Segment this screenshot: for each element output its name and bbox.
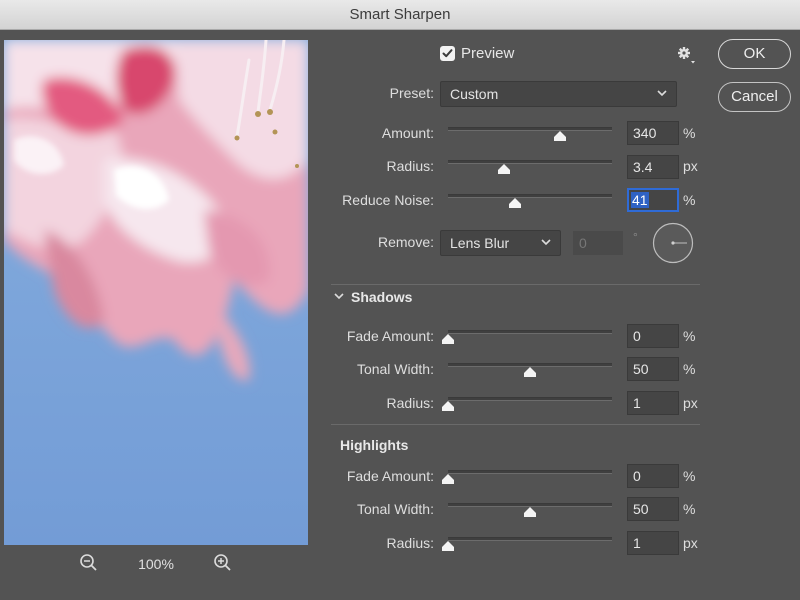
shadows-title[interactable]: Shadows	[351, 289, 412, 305]
ok-button[interactable]: OK	[718, 39, 791, 69]
zoom-in-icon[interactable]	[212, 552, 234, 574]
radius-label: Radius:	[386, 158, 434, 174]
shadows-tonal-width-slider[interactable]	[448, 363, 612, 377]
preset-select[interactable]: Custom	[440, 81, 677, 107]
slider-track	[448, 160, 612, 164]
highlights-fade-amount-label: Fade Amount:	[346, 468, 434, 484]
amount-input[interactable]: 340	[627, 121, 679, 145]
chevron-down-icon	[657, 90, 667, 97]
preset-value: Custom	[450, 86, 499, 102]
preview-checkbox[interactable]	[440, 46, 455, 61]
slider-thumb[interactable]	[554, 131, 566, 141]
highlights-tonal-width-label: Tonal Width:	[356, 501, 434, 517]
shadows-tonal-width-unit: %	[683, 361, 696, 377]
shadows-fade-amount-unit: %	[683, 328, 696, 344]
angle-input: 0	[573, 231, 623, 255]
slider-track	[448, 537, 612, 541]
shadows-radius-label: Radius:	[386, 395, 434, 411]
highlights-fade-amount-slider[interactable]	[442, 470, 612, 484]
slider-thumb[interactable]	[442, 334, 454, 344]
zoom-level: 100%	[138, 556, 174, 572]
slider-thumb[interactable]	[524, 507, 536, 517]
slider-thumb[interactable]	[442, 474, 454, 484]
highlights-radius-input[interactable]: 1	[627, 531, 679, 555]
amount-slider[interactable]	[448, 127, 612, 141]
remove-label: Remove:	[377, 234, 434, 250]
slider-thumb[interactable]	[442, 541, 454, 551]
preview-image-flower	[4, 40, 308, 545]
shadows-tonal-width-label: Tonal Width:	[356, 361, 434, 377]
highlights-tonal-width-input[interactable]: 50	[627, 497, 679, 521]
highlights-radius-unit: px	[683, 535, 698, 551]
amount-unit: %	[683, 125, 696, 141]
highlights-fade-amount-unit: %	[683, 468, 696, 484]
highlights-tonal-width-slider[interactable]	[448, 503, 612, 517]
reduce-noise-input[interactable]: 41	[627, 188, 679, 212]
slider-thumb[interactable]	[442, 401, 454, 411]
slider-track	[448, 330, 612, 334]
section-divider	[331, 284, 700, 285]
amount-label: Amount:	[381, 125, 434, 141]
shadows-fade-amount-input[interactable]: 0	[627, 324, 679, 348]
chevron-down-icon[interactable]	[333, 289, 345, 301]
window-title: Smart Sharpen	[0, 0, 800, 30]
slider-thumb[interactable]	[524, 367, 536, 377]
shadows-radius-slider[interactable]	[442, 397, 612, 411]
reduce-noise-value: 41	[631, 192, 649, 208]
checkmark-icon	[442, 49, 453, 58]
radius-slider[interactable]	[448, 160, 612, 174]
remove-select[interactable]: Lens Blur	[440, 230, 561, 256]
slider-track	[448, 194, 612, 198]
remove-value: Lens Blur	[450, 235, 510, 251]
slider-track	[448, 127, 612, 131]
reduce-noise-label: Reduce Noise:	[342, 192, 434, 208]
zoom-out-icon[interactable]	[78, 552, 100, 574]
preview-label[interactable]: Preview	[461, 45, 514, 62]
slider-thumb[interactable]	[498, 164, 510, 174]
reduce-noise-slider[interactable]	[448, 194, 612, 208]
angle-unit: °	[633, 230, 638, 244]
gear-icon[interactable]	[676, 44, 698, 66]
cancel-button[interactable]: Cancel	[718, 82, 791, 112]
chevron-down-icon	[541, 239, 551, 246]
shadows-radius-input[interactable]: 1	[627, 391, 679, 415]
highlights-tonal-width-unit: %	[683, 501, 696, 517]
slider-track	[448, 397, 612, 401]
highlights-title[interactable]: Highlights	[340, 437, 408, 453]
shadows-radius-unit: px	[683, 395, 698, 411]
shadows-tonal-width-input[interactable]: 50	[627, 357, 679, 381]
slider-thumb[interactable]	[509, 198, 521, 208]
preset-label: Preset:	[389, 85, 434, 101]
shadows-fade-amount-label: Fade Amount:	[346, 328, 434, 344]
angle-dial-icon	[652, 222, 694, 264]
radius-unit: px	[683, 158, 698, 174]
zoom-bar: 100%	[0, 552, 312, 578]
section-divider	[331, 424, 700, 425]
highlights-radius-slider[interactable]	[442, 537, 612, 551]
preview-image[interactable]	[4, 40, 308, 545]
highlights-radius-label: Radius:	[386, 535, 434, 551]
shadows-fade-amount-slider[interactable]	[442, 330, 612, 344]
reduce-noise-unit: %	[683, 192, 696, 208]
radius-input[interactable]: 3.4	[627, 155, 679, 179]
slider-track	[448, 470, 612, 474]
highlights-fade-amount-input[interactable]: 0	[627, 464, 679, 488]
